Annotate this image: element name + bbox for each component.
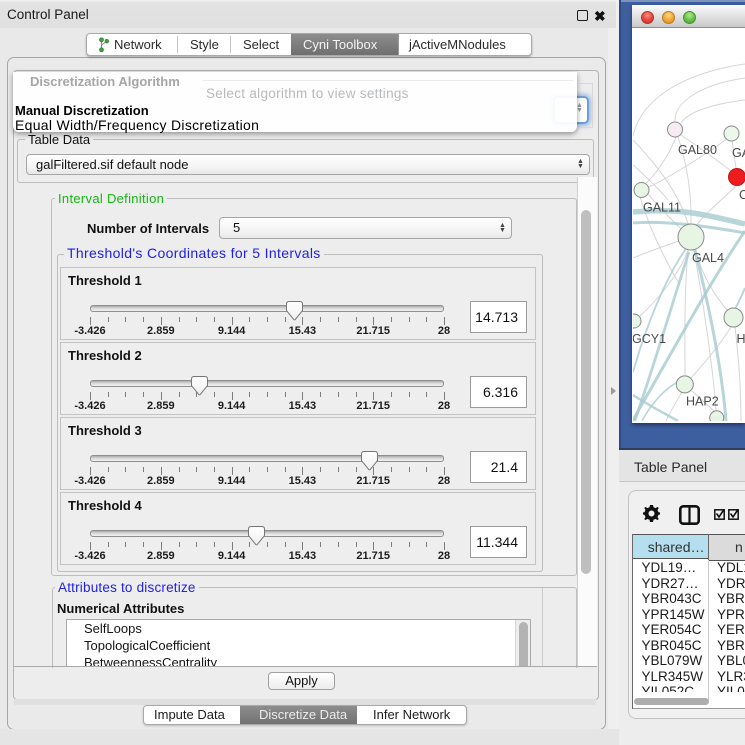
svg-text:HAP2: HAP2 [686,395,719,409]
svg-text:GA: GA [732,146,745,160]
svg-text:GAL4: GAL4 [692,251,724,265]
svg-text:C: C [739,188,745,202]
svg-text:GAL11: GAL11 [643,201,681,215]
svg-text:GCY1: GCY1 [633,332,666,346]
svg-text:H: H [737,332,745,346]
svg-text:GAL80: GAL80 [678,143,717,157]
